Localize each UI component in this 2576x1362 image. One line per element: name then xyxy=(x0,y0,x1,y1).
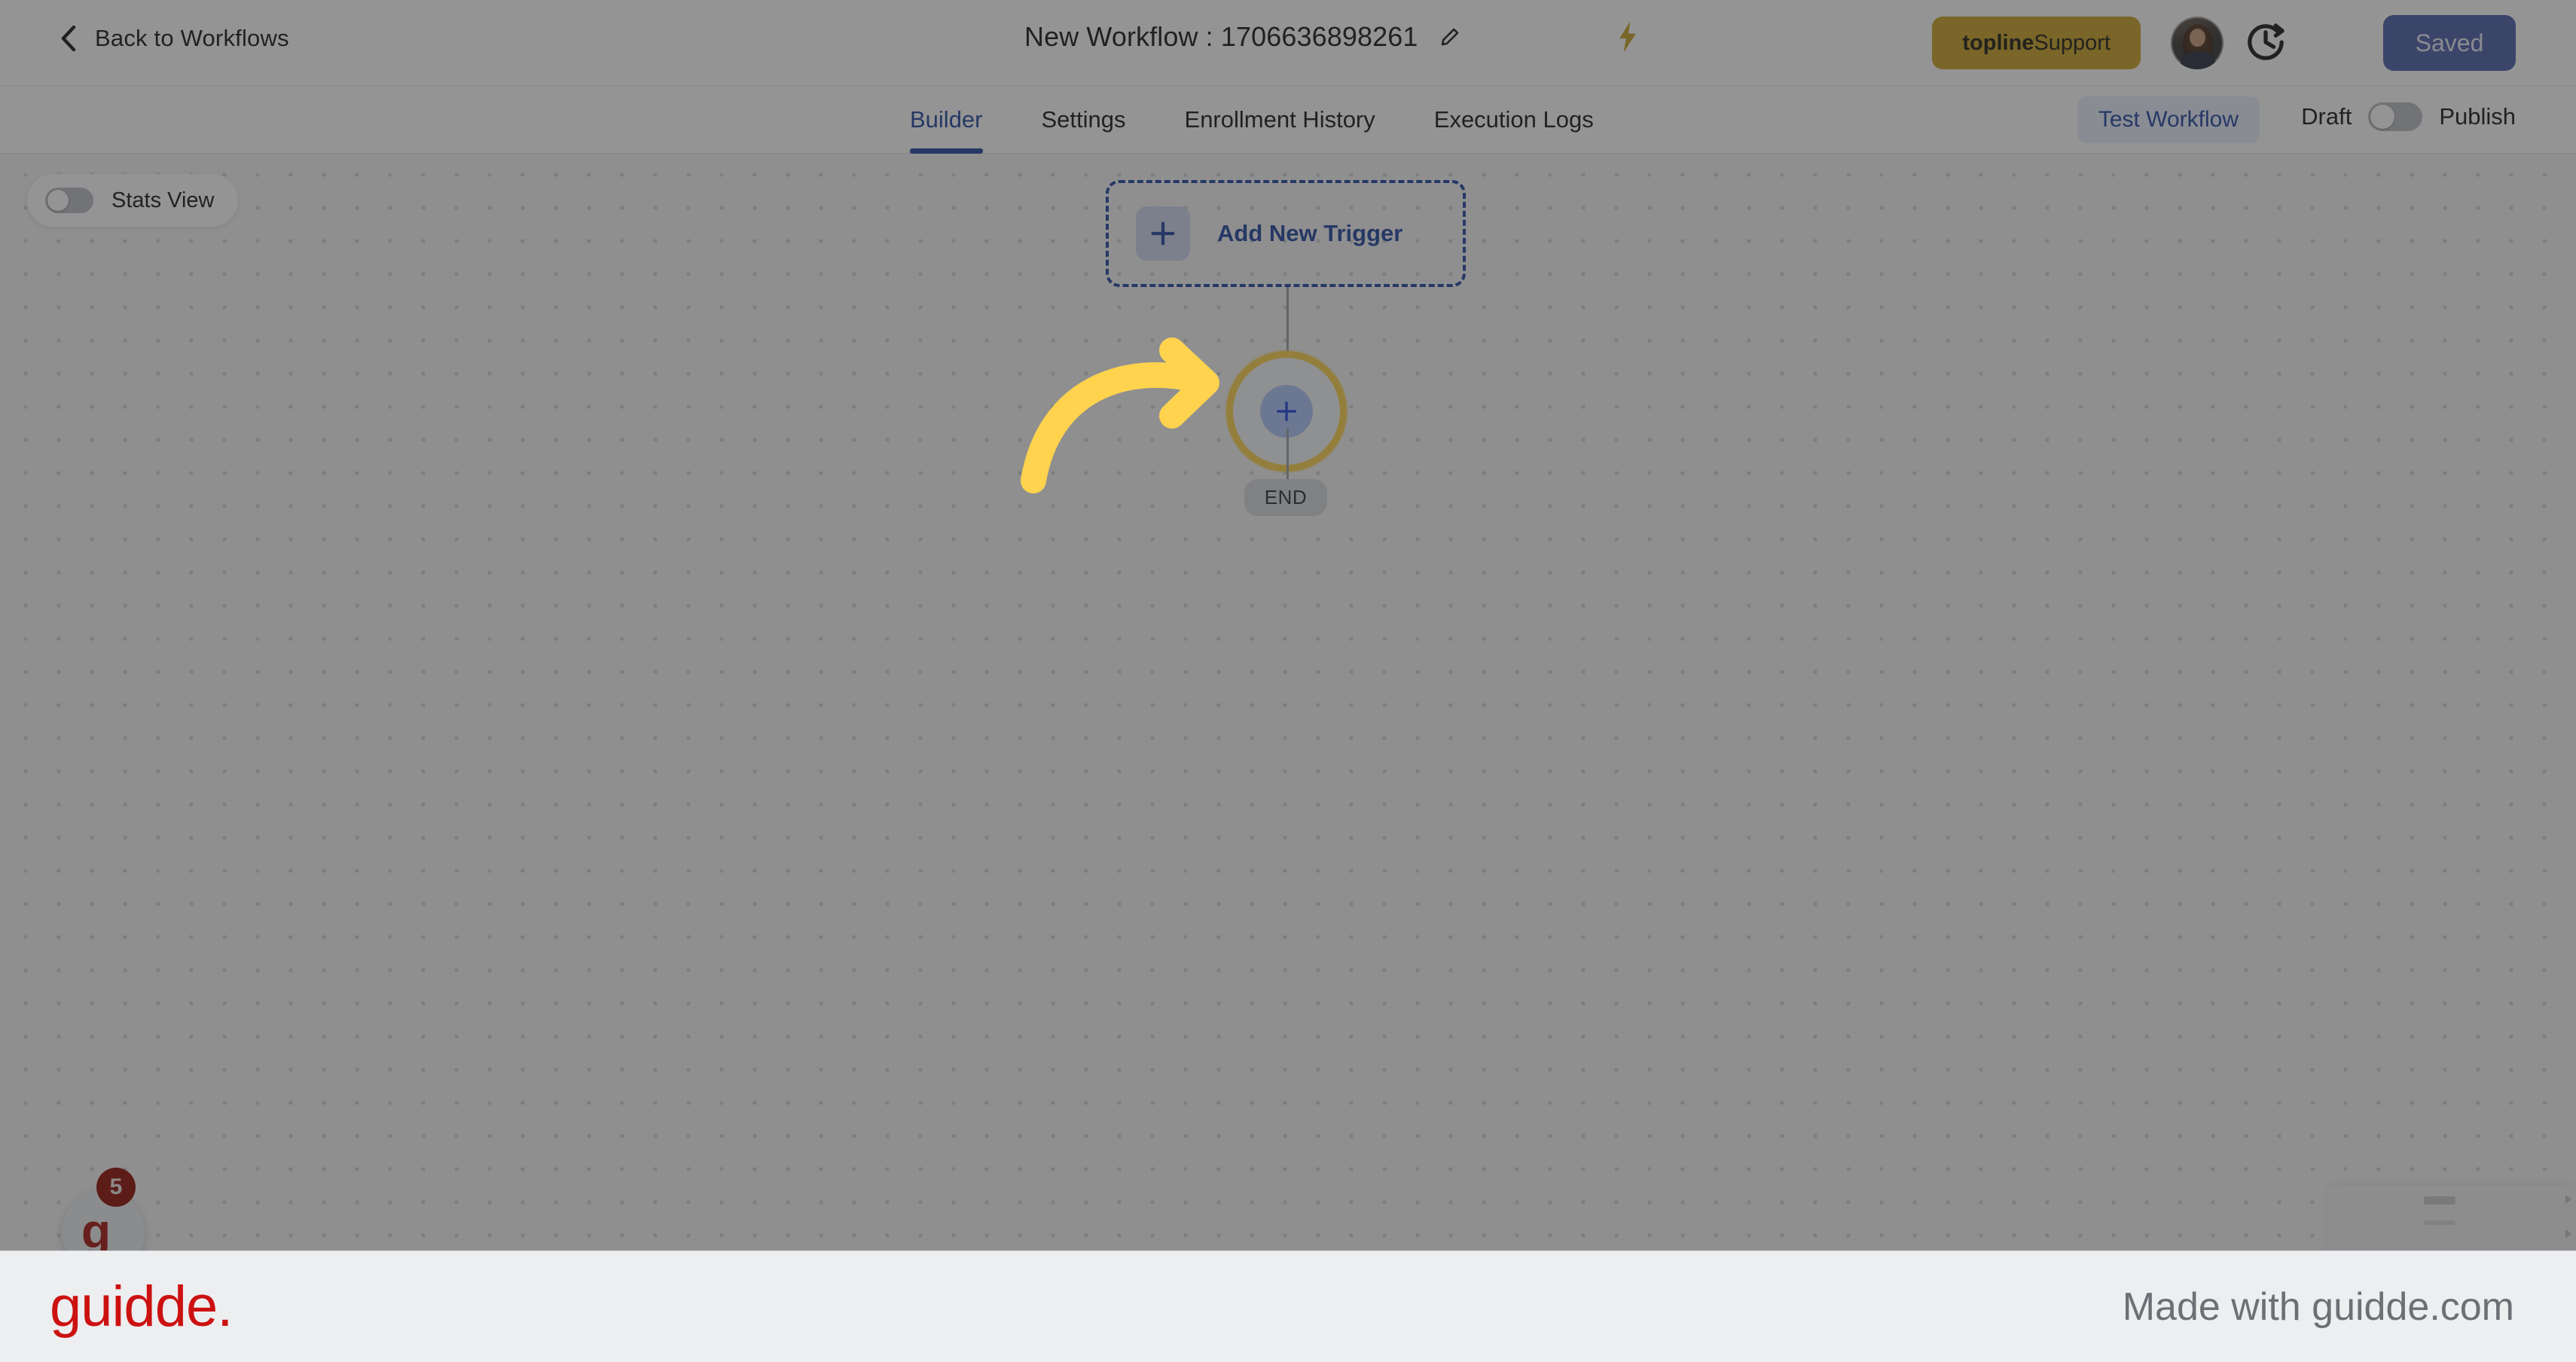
back-to-workflows-label: Back to Workflows xyxy=(95,25,289,51)
page-title: New Workflow : 1706636898261 xyxy=(1024,21,1418,52)
chevron-left-icon xyxy=(61,26,76,51)
panel-placeholder-line-2 xyxy=(2424,1220,2455,1225)
made-with-guidde-text: Made with guidde.com xyxy=(2122,1285,2514,1329)
tab-settings[interactable]: Settings xyxy=(1042,86,1126,154)
avatar-face xyxy=(2190,29,2205,47)
stats-view-toggle[interactable] xyxy=(45,188,93,213)
publish-label: Publish xyxy=(2439,103,2516,130)
plus-icon xyxy=(1276,401,1297,422)
avatar-body xyxy=(2181,51,2215,69)
guidde-logo: guidde. xyxy=(50,1275,233,1339)
clock-history-icon[interactable] xyxy=(2243,20,2288,65)
tab-list: Builder Settings Enrollment History Exec… xyxy=(910,86,1594,154)
workflow-canvas[interactable]: Stats View Add New Trigger END g 5 xyxy=(0,154,2576,1251)
lightning-bolt-icon xyxy=(1619,21,1636,53)
tab-settings-label: Settings xyxy=(1041,106,1126,133)
support-brand: topline xyxy=(1962,30,2034,55)
tab-bar: Builder Settings Enrollment History Exec… xyxy=(0,86,2576,154)
tab-builder[interactable]: Builder xyxy=(910,86,983,154)
tab-execution-logs-label: Execution Logs xyxy=(1433,106,1594,133)
stats-view-label: Stats View xyxy=(111,188,215,212)
publish-toggle-group: Draft Publish xyxy=(2301,102,2516,131)
workflow-title-group: New Workflow : 1706636898261 xyxy=(1024,21,1461,53)
pencil-icon[interactable] xyxy=(1439,26,1461,48)
tab-execution-logs[interactable]: Execution Logs xyxy=(1434,86,1594,154)
avatar[interactable] xyxy=(2171,17,2223,69)
bottom-right-panel[interactable] xyxy=(2327,1186,2576,1251)
publish-toggle[interactable] xyxy=(2368,102,2423,131)
support-text: Support xyxy=(2034,30,2111,55)
panel-caret-icon-1 xyxy=(2565,1195,2571,1204)
plus-icon xyxy=(1151,221,1175,246)
add-new-trigger-box[interactable]: Add New Trigger xyxy=(1106,180,1466,287)
end-node: END xyxy=(1244,479,1327,516)
draft-label: Draft xyxy=(2301,103,2352,130)
add-new-trigger-label: Add New Trigger xyxy=(1217,220,1403,246)
panel-caret-icon-2 xyxy=(2565,1229,2571,1238)
stats-view-toggle-pill[interactable]: Stats View xyxy=(27,174,239,227)
support-button[interactable]: topline Support xyxy=(1932,17,2141,69)
tab-builder-label: Builder xyxy=(910,106,983,133)
saved-button: Saved xyxy=(2383,15,2516,71)
add-trigger-plus-button[interactable] xyxy=(1136,206,1190,261)
panel-placeholder-line-1 xyxy=(2424,1196,2455,1205)
back-to-workflows-link[interactable]: Back to Workflows xyxy=(59,25,289,52)
screenshot-stage: Back to Workflows New Workflow : 1706636… xyxy=(0,0,2576,1362)
chat-widget-glyph: g xyxy=(81,1204,111,1251)
workflow-app: Back to Workflows New Workflow : 1706636… xyxy=(0,0,2576,1251)
publish-toggle-knob xyxy=(2370,105,2395,129)
stats-view-toggle-knob xyxy=(47,190,69,211)
app-header: Back to Workflows New Workflow : 1706636… xyxy=(0,0,2576,86)
test-workflow-button[interactable]: Test Workflow xyxy=(2077,96,2260,143)
tab-enrollment-history-label: Enrollment History xyxy=(1184,106,1375,133)
tab-enrollment-history[interactable]: Enrollment History xyxy=(1185,86,1375,154)
guidde-footer: guidde. Made with guidde.com xyxy=(0,1251,2576,1362)
chat-unread-badge: 5 xyxy=(96,1168,136,1207)
